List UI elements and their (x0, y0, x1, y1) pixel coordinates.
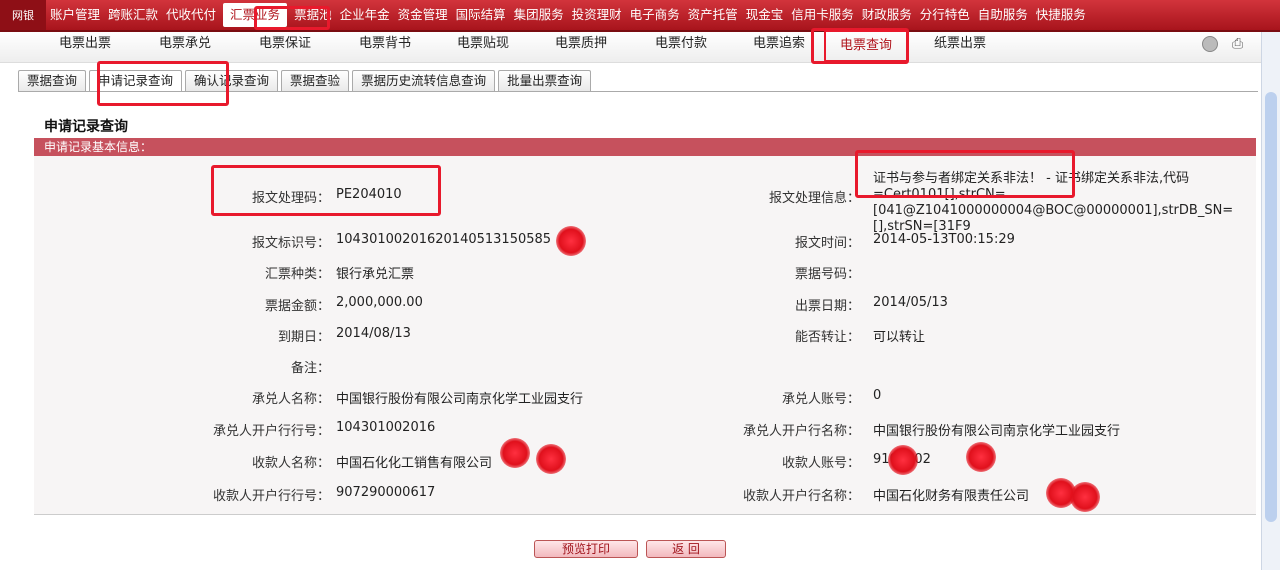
sub-nav-item[interactable]: 电票付款 (636, 32, 726, 56)
payee-bank-no-value: 907290000617 (336, 485, 436, 500)
remark-label: 备注： (290, 361, 330, 376)
top-nav-item[interactable]: 投资理财 (568, 4, 626, 26)
query-tabs: 票据查询 申请记录查询 确认记录查询 票据查验 票据历史流转信息查询 批量出票查询 (18, 70, 594, 92)
proc-code-value: PE204010 (336, 187, 402, 202)
acceptor-name-label: 承兑人名称： (251, 392, 330, 407)
msg-time-label: 报文时间： (794, 236, 860, 251)
acceptor-bank-no-label: 承兑人开户行行号： (212, 424, 330, 439)
top-nav-item[interactable]: 票据池 (290, 4, 336, 26)
msg-id-value: 10430100201620140513150585 (336, 232, 552, 247)
sub-nav-item[interactable]: 电票质押 (536, 32, 626, 56)
payee-name-label: 收款人名称： (251, 456, 330, 471)
top-nav-item[interactable]: 集团服务 (510, 4, 568, 26)
issue-date-label: 出票日期： (794, 299, 860, 314)
proc-code-label: 报文处理码： (251, 191, 330, 206)
top-nav: 账户管理 跨账汇款 代收代付 汇票业务 票据池 企业年金 资金管理 国际结算 集团服务 投资理财电… (46, 0, 1090, 30)
bank-logo: 网银 (0, 0, 46, 30)
scrollbar-thumb[interactable] (1265, 92, 1277, 522)
payee-bank-name-label: 收款人开户行名称： (742, 489, 860, 504)
proc-msg-label: 报文处理信息： (768, 191, 860, 206)
due-date-value: 2014/08/13 (336, 326, 411, 341)
query-tab[interactable]: 确认记录查询 (185, 70, 279, 91)
proc-msg-value: 证书与参与者绑定关系非法！ - 证书绑定关系非法,代码=Cert0101[],s… (873, 171, 1234, 234)
redaction-mark (1070, 482, 1100, 512)
acceptor-acct-label: 承兑人账号： (781, 392, 860, 407)
top-nav-item[interactable]: 财政服务 (858, 4, 916, 26)
query-tab[interactable]: 申请记录查询 (89, 70, 183, 91)
section-header: 申请记录基本信息： (34, 138, 1256, 156)
top-nav-item[interactable]: 汇票业务 (223, 3, 288, 27)
bill-type-label: 汇票种类： (264, 267, 330, 282)
redaction-mark (556, 226, 586, 256)
sub-nav-item[interactable]: 纸票出票 (920, 32, 1000, 56)
top-nav-item[interactable]: 资金管理 (394, 4, 452, 26)
acceptor-bank-no-value: 104301002016 (336, 420, 436, 435)
query-tab[interactable]: 票据查询 (18, 70, 87, 91)
acceptor-bank-name-value: 中国银行股份有限公司南京化学工业园支行 (873, 424, 1121, 439)
msg-time-value: 2014-05-13T00:15:29 (873, 232, 1015, 247)
redaction-mark (536, 444, 566, 474)
printer-icon[interactable]: ⎙ (1232, 36, 1250, 52)
top-nav-item[interactable]: 企业年金 (336, 4, 394, 26)
bill-no-label: 票据号码： (794, 267, 860, 282)
payee-bank-name-value: 中国石化财务有限责任公司 (873, 489, 1030, 504)
top-nav-item[interactable]: 账户管理 (46, 4, 104, 26)
top-nav-item[interactable]: 资产托管 (684, 4, 742, 26)
sub-nav-item[interactable]: 电票保证 (240, 32, 330, 56)
acceptor-acct-value: 0 (873, 388, 882, 403)
tab-divider (18, 91, 1258, 92)
top-menu-bar: 网银 账户管理 跨账汇款 代收代付 汇票业务 票据池 企业年金 资金管理 国际结算 集团服务 投资… (0, 0, 1280, 32)
sub-menu-bar: 电票出票 电票承兑 电票保证 电票背书 电票贴现 电票质押 电票付款 电票追索 电票查询 纸票出票… (0, 30, 1262, 63)
query-tab[interactable]: 票据历史流转信息查询 (352, 70, 496, 91)
issue-date-value: 2014/05/13 (873, 295, 948, 310)
payee-bank-no-label: 收款人开户行行号： (212, 489, 330, 504)
preview-print-button[interactable]: 预览打印 (534, 540, 638, 558)
page-title: 申请记录查询 (44, 119, 128, 135)
top-nav-item[interactable]: 代收代付 (162, 4, 220, 26)
payee-acct-label: 收款人账号： (781, 456, 860, 471)
vertical-scrollbar[interactable] (1261, 32, 1280, 570)
payee-name-value: 中国石化化工销售有限公司 (336, 456, 493, 471)
sub-nav-item[interactable]: 电票出票 (40, 32, 130, 56)
sub-nav-item[interactable]: 电票追索 (734, 32, 824, 56)
redaction-mark (966, 442, 996, 472)
top-nav-item[interactable]: 现金宝 (742, 4, 788, 26)
sub-nav-item[interactable]: 电票背书 (340, 32, 430, 56)
acceptor-name-value: 中国银行股份有限公司南京化学工业园支行 (336, 392, 584, 407)
top-nav-item[interactable]: 跨账汇款 (104, 4, 162, 26)
acceptor-bank-name-label: 承兑人开户行名称： (742, 424, 860, 439)
amount-label: 票据金额： (264, 299, 330, 314)
top-nav-item[interactable]: 电子商务 (626, 4, 684, 26)
redaction-mark (888, 445, 918, 475)
top-nav-item[interactable]: 分行特色 (916, 4, 974, 26)
bill-type-value: 银行承兑汇票 (336, 267, 415, 282)
back-button[interactable]: 返 回 (646, 540, 726, 558)
top-nav-item[interactable]: 信用卡服务 (787, 4, 858, 26)
sub-nav-item[interactable]: 电票承兑 (140, 32, 230, 56)
due-date-label: 到期日： (277, 330, 330, 345)
transferable-label: 能否转让： (794, 330, 860, 345)
redaction-mark (500, 438, 530, 468)
toolbar-icons: ⎙ (1202, 36, 1250, 52)
transferable-value: 可以转让 (873, 330, 926, 345)
query-tab[interactable]: 批量出票查询 (498, 70, 592, 91)
top-nav-item[interactable]: 自助服务 (974, 4, 1032, 26)
top-nav-item[interactable]: 国际结算 (452, 4, 510, 26)
help-icon[interactable] (1202, 36, 1218, 52)
query-tab[interactable]: 票据查验 (281, 70, 350, 91)
amount-value: 2,000,000.00 (336, 295, 423, 310)
msg-id-label: 报文标识号： (251, 236, 330, 251)
top-nav-item[interactable]: 快捷服务 (1032, 4, 1090, 26)
sub-nav-item[interactable]: 电票查询 (824, 30, 908, 62)
sub-nav-item[interactable]: 电票贴现 (438, 32, 528, 56)
